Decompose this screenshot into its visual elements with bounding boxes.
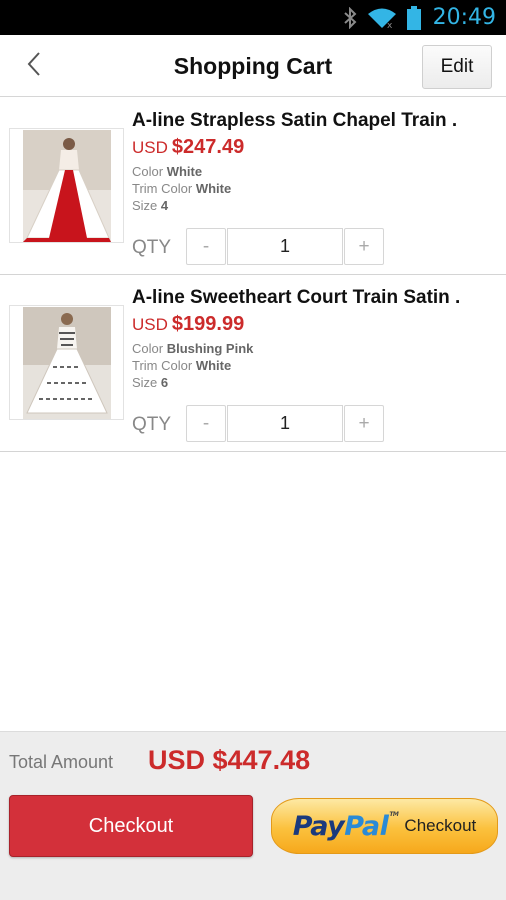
size-value: 4 [160, 198, 169, 213]
paypal-checkout-button[interactable]: PayPalTM Checkout [271, 798, 498, 854]
paypal-logo-pay: Pay [292, 810, 345, 842]
battery-icon [406, 5, 421, 30]
price-currency: USD [132, 315, 168, 334]
qty-label: QTY [132, 237, 172, 258]
color-label: Color [132, 164, 164, 179]
trim-value: White [195, 181, 232, 196]
dress-photo [22, 306, 111, 419]
trim-attr: Trim Color White [132, 181, 231, 196]
qty-label: QTY [132, 414, 172, 435]
price-row: USD $199.99 [132, 313, 244, 336]
increase-qty-button[interactable]: + [344, 405, 384, 442]
cart-item: A-line Sweetheart Court Train Satin . US… [0, 275, 506, 452]
price-row: USD $247.49 [132, 136, 244, 159]
trim-label: Trim Color [132, 358, 193, 373]
decrease-qty-button[interactable]: - [186, 405, 226, 442]
increase-qty-button[interactable]: + [344, 228, 384, 265]
cart-footer: Total Amount USD $447.48 Checkout PayPal… [0, 731, 506, 900]
paypal-checkout-label: Checkout [404, 816, 477, 835]
bluetooth-icon [343, 6, 357, 29]
quantity-stepper: - 1 + [186, 405, 386, 442]
dress-photo [22, 129, 111, 242]
size-attr: Size 6 [132, 375, 168, 390]
product-name[interactable]: A-line Sweetheart Court Train Satin . [132, 287, 460, 309]
product-name[interactable]: A-line Strapless Satin Chapel Train . [132, 110, 457, 132]
color-value: White [166, 164, 203, 179]
color-value: Blushing Pink [166, 341, 254, 356]
paypal-logo: PayPalTM [292, 810, 399, 842]
color-attr: Color White [132, 164, 202, 179]
total-label: Total Amount [9, 752, 114, 772]
checkout-button[interactable]: Checkout [9, 795, 253, 857]
product-thumbnail[interactable] [9, 305, 124, 420]
color-label: Color [132, 341, 164, 356]
product-thumbnail[interactable] [9, 128, 124, 243]
cart-item: A-line Strapless Satin Chapel Train . US… [0, 98, 506, 275]
svg-text:x: x [387, 21, 393, 29]
trim-attr: Trim Color White [132, 358, 231, 373]
paypal-logo-pal: Pal [344, 810, 389, 842]
product-price: $199.99 [171, 313, 245, 335]
size-attr: Size 4 [132, 198, 168, 213]
quantity-input[interactable]: 1 [227, 228, 343, 265]
color-attr: Color Blushing Pink [132, 341, 253, 356]
trim-label: Trim Color [132, 181, 193, 196]
price-currency: USD [132, 138, 168, 157]
trim-value: White [195, 358, 232, 373]
quantity-stepper: - 1 + [186, 228, 386, 265]
size-value: 6 [160, 375, 169, 390]
quantity-input[interactable]: 1 [227, 405, 343, 442]
total-amount: USD $447.48 [148, 745, 311, 775]
size-label: Size [132, 198, 158, 213]
wifi-icon: x [367, 7, 397, 29]
app-header: Shopping Cart Edit [0, 35, 506, 97]
decrease-qty-button[interactable]: - [186, 228, 226, 265]
size-label: Size [132, 375, 158, 390]
edit-button[interactable]: Edit [422, 45, 492, 89]
status-bar: x 20:49 [0, 0, 506, 35]
product-price: $247.49 [171, 136, 245, 158]
status-time: 20:49 [432, 5, 496, 30]
